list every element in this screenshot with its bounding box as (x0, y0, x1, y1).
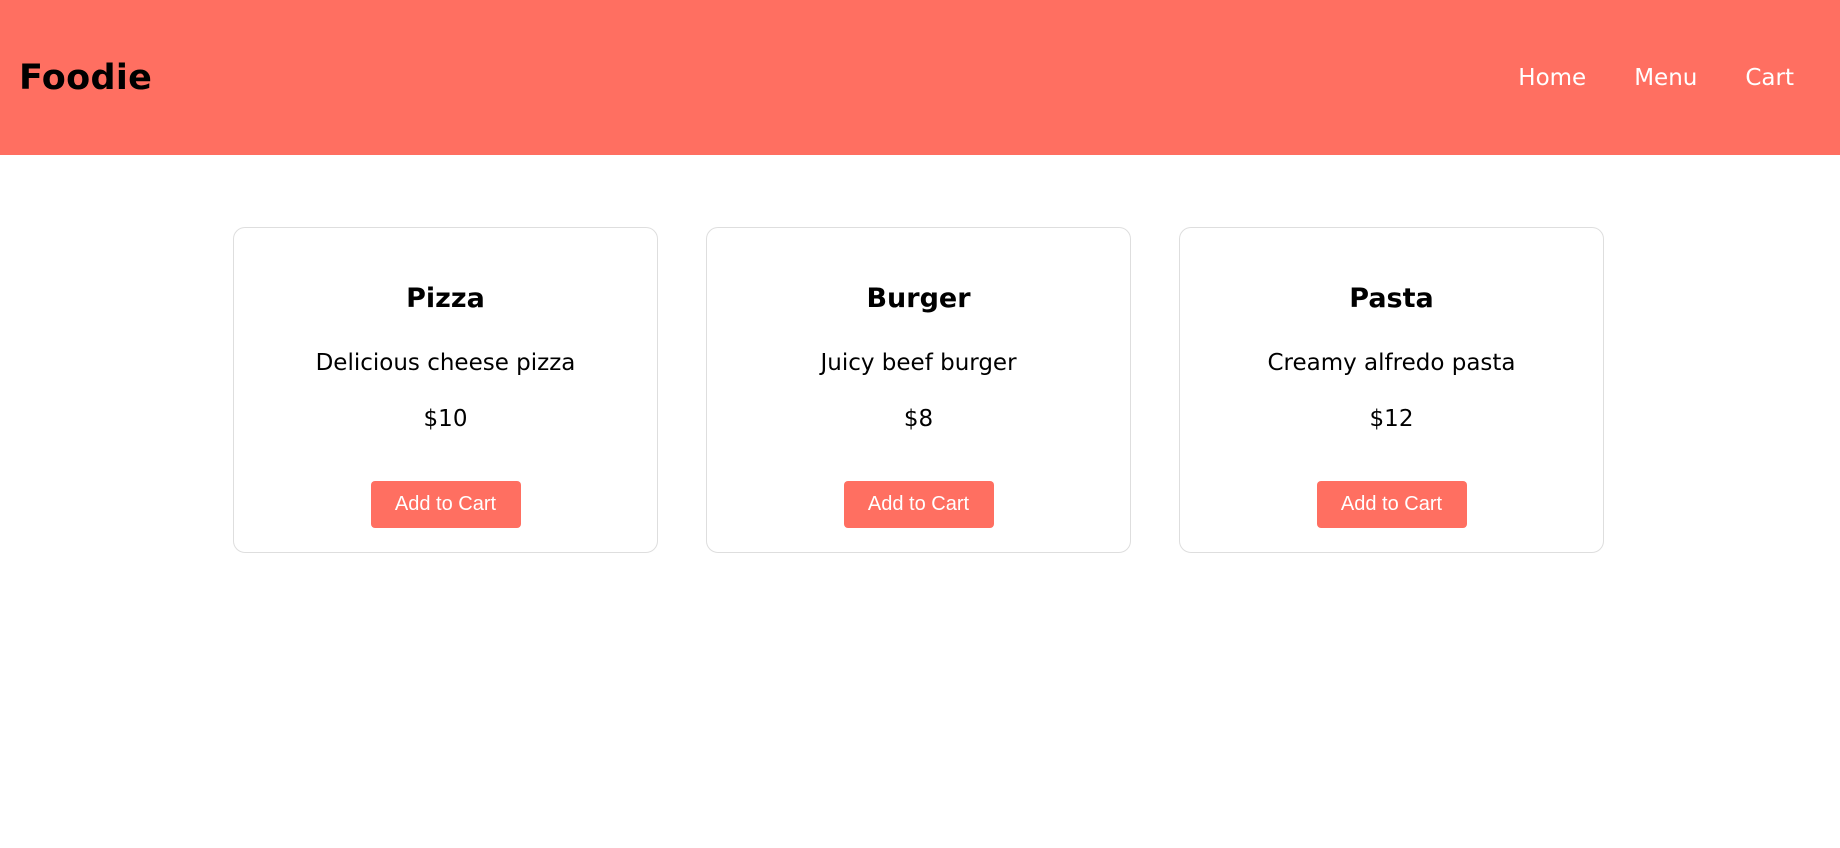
menu-card-list: Pizza Delicious cheese pizza $10 Add to … (233, 227, 1604, 553)
add-to-cart-button[interactable]: Add to Cart (843, 481, 994, 528)
menu-card-pasta: Pasta Creamy alfredo pasta $12 Add to Ca… (1179, 227, 1604, 553)
card-description: Juicy beef burger (820, 350, 1017, 376)
card-description: Creamy alfredo pasta (1267, 350, 1516, 376)
add-to-cart-button[interactable]: Add to Cart (1316, 481, 1467, 528)
menu-card-pizza: Pizza Delicious cheese pizza $10 Add to … (233, 227, 658, 553)
nav-link-home[interactable]: Home (1518, 65, 1586, 91)
add-to-cart-button[interactable]: Add to Cart (370, 481, 521, 528)
card-description: Delicious cheese pizza (315, 350, 576, 376)
card-title: Pasta (1349, 283, 1434, 314)
nav-link-cart[interactable]: Cart (1745, 65, 1794, 91)
site-header: Foodie Home Menu Cart (0, 0, 1840, 155)
card-title: Burger (866, 283, 971, 314)
nav-link-menu[interactable]: Menu (1634, 65, 1697, 91)
card-price: $8 (903, 406, 934, 432)
card-title: Pizza (406, 283, 485, 314)
card-price: $12 (1369, 406, 1414, 432)
menu-card-burger: Burger Juicy beef burger $8 Add to Cart (706, 227, 1131, 553)
card-price: $10 (423, 406, 468, 432)
main-nav: Home Menu Cart (1470, 65, 1794, 91)
brand-logo[interactable]: Foodie (19, 58, 152, 98)
